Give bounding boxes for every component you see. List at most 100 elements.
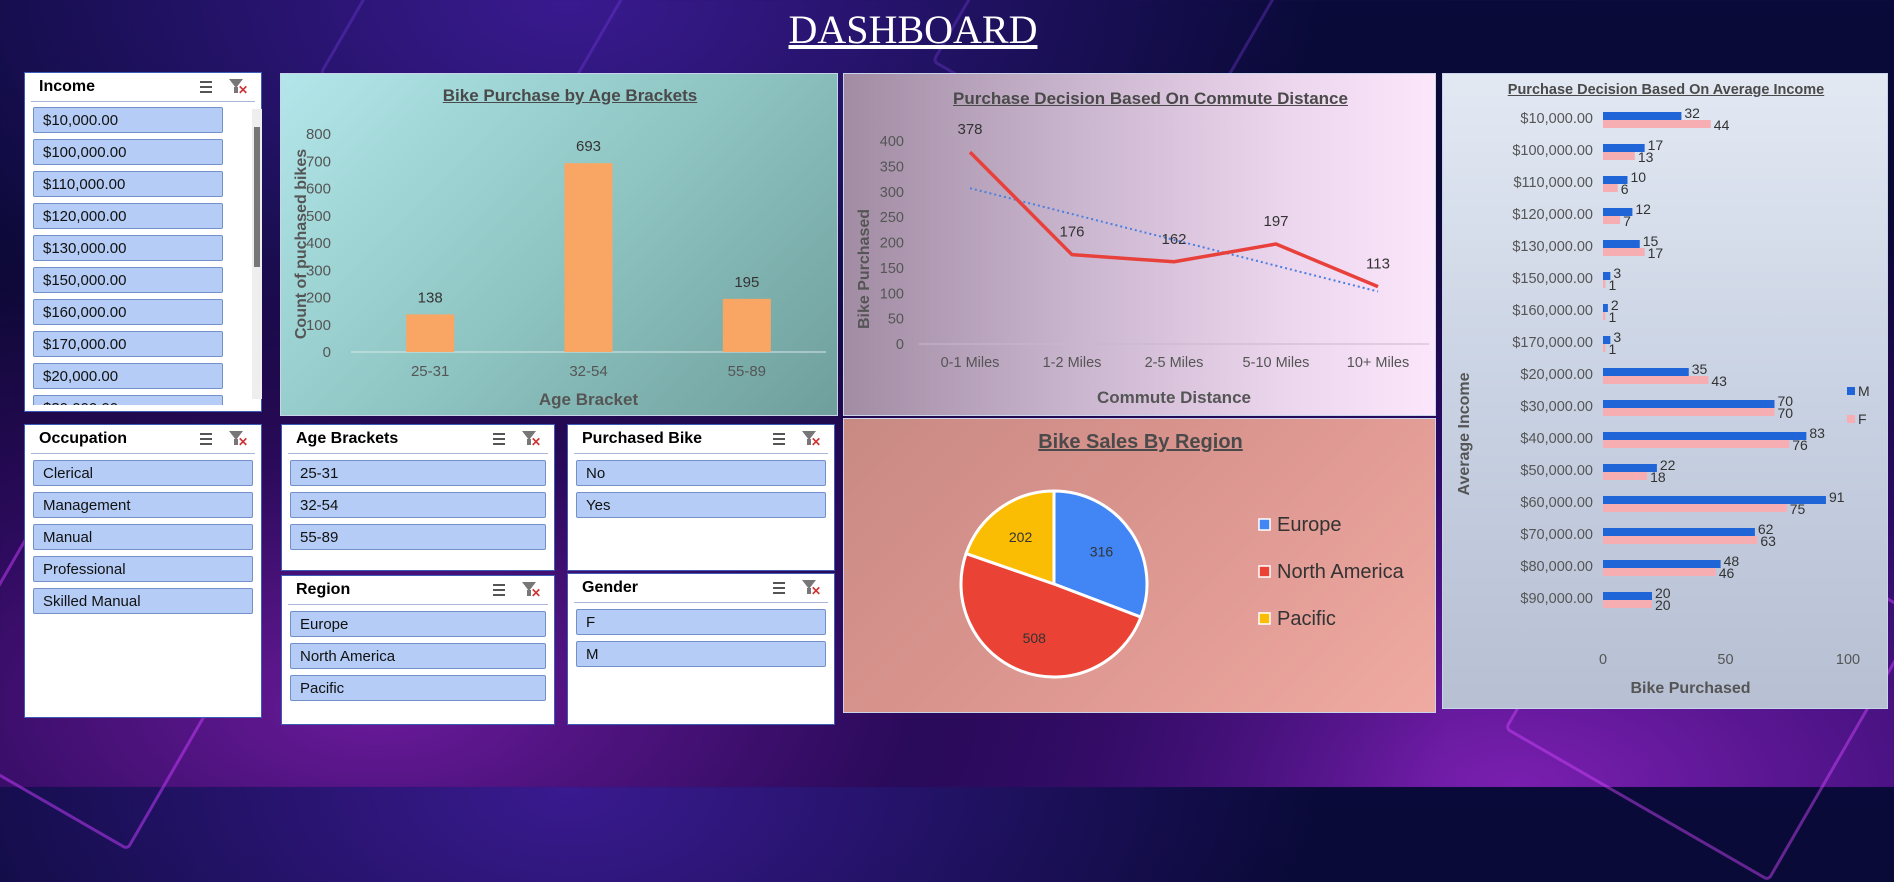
slicer-item[interactable]: 55-89 (290, 524, 546, 550)
slicer-item[interactable]: $130,000.00 (33, 235, 223, 261)
y-tick-label: $100,000.00 (1512, 143, 1593, 159)
data-label: 76 (1792, 437, 1808, 453)
slicer-item[interactable]: $110,000.00 (33, 171, 223, 197)
slicer-item[interactable]: $160,000.00 (33, 299, 223, 325)
slicer-title: Income (39, 78, 96, 95)
bar-f (1603, 600, 1652, 608)
data-label: 1 (1608, 309, 1616, 325)
x-tick-label: 0-1 Miles (941, 355, 1000, 371)
slicer-item[interactable]: North America (290, 643, 546, 669)
data-label: 44 (1714, 117, 1730, 133)
y-tick-label: $10,000.00 (1520, 111, 1593, 127)
slicer-item[interactable]: Manual (33, 524, 253, 550)
y-tick-label: $160,000.00 (1512, 303, 1593, 319)
slicer-header: Purchased Bike ✕ (574, 425, 828, 454)
x-tick-label: 0 (1599, 652, 1607, 668)
slicer-item[interactable]: 32-54 (290, 492, 546, 518)
slicer-item[interactable]: $170,000.00 (33, 331, 223, 357)
slicer-item[interactable]: Pacific (290, 675, 546, 701)
bar-f (1603, 472, 1648, 480)
x-tick-label: 55-89 (728, 363, 766, 380)
slicer-header: Region ✕ (288, 576, 548, 605)
slicer-header: Gender ✕ (574, 574, 828, 603)
data-label: 202 (1009, 529, 1033, 545)
y-tick-label: $50,000.00 (1520, 463, 1593, 479)
region-chart-panel[interactable]: Bike Sales By Region 316 508 202 Europe Nort… (843, 418, 1436, 713)
bar-f (1603, 184, 1618, 192)
bar-f (1603, 536, 1758, 544)
y-tick-label: $170,000.00 (1512, 335, 1593, 351)
bar-f (1603, 376, 1709, 384)
multi-select-icon[interactable] (486, 581, 506, 599)
slicer-item[interactable]: $150,000.00 (33, 267, 223, 293)
multi-select-icon[interactable] (193, 430, 213, 448)
clear-filter-icon[interactable]: ✕ (800, 430, 821, 448)
y-tick-label: 0 (896, 337, 904, 353)
slicer-title: Purchased Bike (582, 430, 703, 447)
slicer-item[interactable]: No (576, 460, 826, 486)
data-label: 70 (1778, 405, 1794, 421)
data-label: 162 (1161, 231, 1186, 248)
occupation-items-list: Clerical Management Manual Professional Skil… (25, 454, 261, 626)
y-axis-title: Bike Purchased (856, 209, 873, 329)
x-axis-title: Bike Purchased (1630, 680, 1750, 697)
multi-select-icon[interactable] (486, 430, 506, 448)
bar-m (1603, 304, 1608, 312)
y-tick-label: 50 (888, 312, 904, 328)
slicer-item[interactable]: Professional (33, 556, 253, 582)
slicer-item[interactable]: F (576, 609, 826, 635)
clear-filter-icon[interactable]: ✕ (520, 581, 541, 599)
slicer-item[interactable]: 25-31 (290, 460, 546, 486)
y-tick-label: 400 (880, 134, 904, 150)
age-chart-panel[interactable]: Bike Purchase by Age Brackets 0 100 200 300… (280, 73, 838, 416)
x-tick-label: 5-10 Miles (1243, 355, 1310, 371)
slicer-item[interactable]: Skilled Manual (33, 588, 253, 614)
y-tick-label: 800 (306, 126, 331, 143)
data-label: 75 (1790, 501, 1806, 517)
y-tick-label: 200 (880, 236, 904, 252)
commute-chart-panel[interactable]: Purchase Decision Based On Commute Dista… (843, 73, 1436, 416)
bar-f (1603, 120, 1711, 128)
y-tick-label: $110,000.00 (1513, 175, 1593, 191)
slicer-item[interactable]: Management (33, 492, 253, 518)
multi-select-icon[interactable] (766, 579, 786, 597)
data-label: 138 (418, 289, 443, 306)
data-label: 91 (1829, 489, 1845, 505)
slicer-item[interactable]: $20,000.00 (33, 363, 223, 389)
data-label: 508 (1023, 630, 1047, 646)
slicer-header: Income ✕ (31, 73, 255, 102)
data-label: 13 (1638, 149, 1654, 165)
series-line (968, 150, 1379, 289)
occupation-slicer: Occupation ✕ Clerical Management Manual Pro… (24, 424, 262, 718)
slicer-item[interactable]: Europe (290, 611, 546, 637)
bar-m (1603, 464, 1657, 472)
bar-f (1603, 344, 1606, 352)
scrollbar-track[interactable] (252, 109, 262, 399)
data-label: 20 (1655, 597, 1671, 613)
data-label: 35 (1692, 361, 1708, 377)
bar-m (1603, 368, 1689, 376)
slicer-item[interactable]: M (576, 641, 826, 667)
slicer-item[interactable]: $100,000.00 (33, 139, 223, 165)
slicer-item[interactable]: $120,000.00 (33, 203, 223, 229)
slicer-item[interactable]: $30,000.00 (33, 395, 223, 405)
legend-label: North America (1277, 561, 1405, 583)
commute-line-chart: 0 50 100 150 200 250 300 350 400 378 176 162 197 113 0… (856, 121, 1429, 407)
multi-select-icon[interactable] (193, 78, 213, 96)
clear-filter-icon[interactable]: ✕ (520, 430, 541, 448)
clear-filter-icon[interactable]: ✕ (227, 78, 248, 96)
multi-select-icon[interactable] (766, 430, 786, 448)
clear-filter-icon[interactable]: ✕ (800, 579, 821, 597)
data-label: 46 (1719, 565, 1735, 581)
legend-label: F (1858, 411, 1867, 427)
slicer-item[interactable]: Yes (576, 492, 826, 518)
y-tick-label: 300 (880, 185, 904, 201)
clear-filter-icon[interactable]: ✕ (227, 430, 248, 448)
scrollbar-thumb[interactable] (254, 127, 260, 267)
income-chart-panel[interactable]: Purchase Decision Based On Average Incom… (1442, 73, 1888, 709)
slicer-item[interactable]: Clerical (33, 460, 253, 486)
slicer-item[interactable]: $10,000.00 (33, 107, 223, 133)
data-label: 10 (1631, 169, 1647, 185)
data-label: 113 (1366, 256, 1390, 273)
y-tick-label: 250 (880, 210, 904, 226)
